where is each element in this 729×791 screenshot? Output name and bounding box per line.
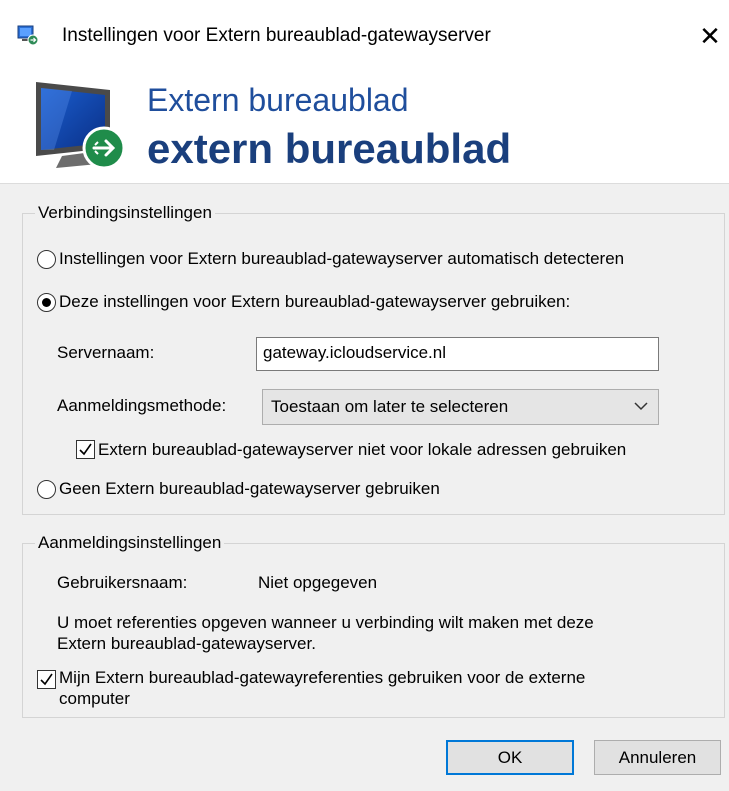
use-credentials-checkbox[interactable] — [37, 670, 56, 689]
checkmark-icon — [40, 673, 53, 686]
servername-label: Servernaam: — [57, 343, 155, 362]
radio-no-gateway-label[interactable]: Geen Extern bureaublad-gatewayserver geb… — [59, 479, 440, 499]
use-credentials-label[interactable]: Mijn Extern bureaublad-gatewayreferentie… — [59, 667, 699, 709]
username-value: Niet opgegeven — [258, 573, 378, 592]
radio-no-gateway[interactable] — [37, 480, 56, 499]
bypass-local-checkbox[interactable] — [76, 440, 95, 459]
banner-subtitle: Extern bureaublad — [147, 82, 409, 118]
banner-title: extern bureaublad — [147, 125, 512, 172]
credentials-info-line1: U moet referenties opgeven wanneer u ver… — [57, 613, 594, 632]
window-title: Instellingen voor Extern bureaublad-gate… — [62, 25, 491, 46]
title-bar: Instellingen voor Extern bureaublad-gate… — [0, 0, 729, 66]
use-credentials-line2: computer — [59, 689, 130, 708]
logon-method-label: Aanmeldingsmethode: — [57, 396, 227, 415]
logon-method-value: Toestaan om later te selecteren — [271, 397, 509, 416]
radio-auto-detect[interactable] — [37, 250, 56, 269]
remote-desktop-monitor-icon — [32, 78, 132, 174]
credentials-info-line2: Extern bureaublad-gatewayserver. — [57, 634, 316, 653]
header-banner: Extern bureaublad extern bureaublad — [0, 66, 729, 184]
servername-input[interactable]: gateway.icloudservice.nl — [256, 337, 659, 371]
cancel-button[interactable]: Annuleren — [594, 740, 721, 775]
connection-settings-legend: Verbindingsinstellingen — [35, 203, 215, 223]
radio-auto-detect-label[interactable]: Instellingen voor Extern bureaublad-gate… — [59, 249, 624, 269]
ok-button[interactable]: OK — [446, 740, 574, 775]
logon-settings-legend: Aanmeldingsinstellingen — [35, 533, 225, 553]
logon-method-select[interactable]: Toestaan om later te selecteren — [262, 389, 659, 425]
credentials-info-text: U moet referenties opgeven wanneer u ver… — [57, 612, 707, 654]
close-icon[interactable]: ✕ — [690, 18, 729, 54]
remote-desktop-app-icon — [17, 24, 39, 46]
radio-use-settings[interactable] — [37, 293, 56, 312]
bypass-local-label[interactable]: Extern bureaublad-gatewayserver niet voo… — [98, 440, 626, 460]
username-label: Gebruikersnaam: — [57, 573, 188, 592]
chevron-down-icon — [634, 398, 648, 412]
use-credentials-line1: Mijn Extern bureaublad-gatewayreferentie… — [59, 668, 586, 687]
radio-use-settings-label[interactable]: Deze instellingen voor Extern bureaublad… — [59, 292, 570, 312]
checkmark-icon — [79, 443, 92, 456]
